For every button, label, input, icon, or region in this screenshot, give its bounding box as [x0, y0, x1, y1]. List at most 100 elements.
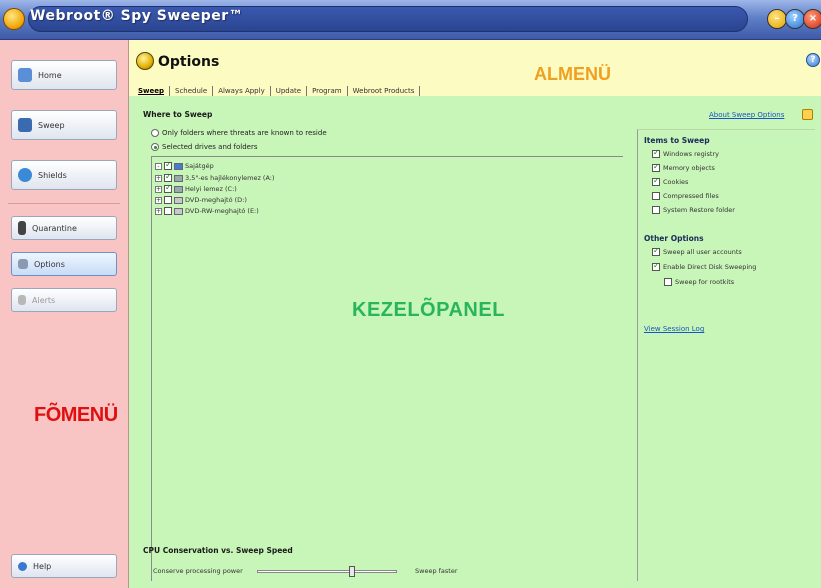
checkbox-windows-registry[interactable]	[652, 148, 660, 158]
tab-program[interactable]: Program	[307, 86, 348, 96]
minimize-button[interactable]: –	[767, 9, 787, 29]
nav-alerts-label: Alerts	[32, 295, 56, 305]
tree-collapse-icon[interactable]: -	[155, 162, 162, 170]
checkbox-sweep-all-users[interactable]	[652, 246, 660, 256]
label-system-restore: System Restore folder	[663, 206, 735, 214]
webroot-logo-icon[interactable]	[3, 8, 25, 30]
page-help-icon[interactable]: ?	[806, 53, 820, 67]
minimize-icon: –	[774, 13, 780, 24]
item-windows-registry[interactable]: Windows registry	[652, 148, 719, 158]
tab-update[interactable]: Update	[271, 86, 308, 96]
tree-expand-icon[interactable]: +	[155, 174, 162, 182]
main-menu: Home Sweep Shields Quarantine Options Al…	[0, 40, 129, 588]
title-bar: Webroot® Spy Sweeper™ – ? ×	[0, 0, 821, 40]
checkbox-memory-objects[interactable]	[652, 162, 660, 172]
radio-known-folders-button[interactable]	[151, 129, 159, 137]
menu-divider	[8, 203, 120, 204]
label-cookies: Cookies	[663, 178, 689, 186]
help-window-button[interactable]: ?	[785, 9, 805, 29]
tree-item-dvd[interactable]: + DVD-meghajtó (D:)	[155, 196, 247, 204]
nav-quarantine-label: Quarantine	[32, 223, 77, 233]
nav-shields-button[interactable]: Shields	[11, 160, 117, 190]
about-sweep-options-link[interactable]: About Sweep Options	[709, 111, 784, 119]
tree-left-border	[151, 156, 152, 581]
checkbox-compressed-files[interactable]	[652, 192, 660, 200]
nav-alerts-button[interactable]: Alerts	[11, 288, 117, 312]
other-options-title: Other Options	[644, 234, 704, 243]
nav-sweep-label: Sweep	[38, 120, 65, 130]
dvd-rw-drive-icon	[174, 207, 183, 215]
tree-item-floppy[interactable]: + 3,5"-es hajlékonylemez (A:)	[155, 172, 275, 182]
radio-known-folders[interactable]: Only folders where threats are known to …	[151, 129, 327, 137]
nav-options-button[interactable]: Options	[11, 252, 117, 276]
label-sweep-all-users: Sweep all user accounts	[663, 248, 742, 256]
item-compressed-files[interactable]: Compressed files	[652, 192, 719, 200]
cpu-speed-slider[interactable]	[257, 570, 397, 573]
option-sweep-all-users[interactable]: Sweep all user accounts	[652, 246, 742, 256]
tree-label-floppy: 3,5"-es hajlékonylemez (A:)	[185, 174, 275, 182]
nav-quarantine-button[interactable]: Quarantine	[11, 216, 117, 240]
dvd-drive-icon	[174, 196, 183, 204]
tree-label-dvd-rw: DVD-RW-meghajtó (E:)	[185, 207, 259, 215]
tree-item-computer[interactable]: - Sajátgép	[155, 160, 214, 170]
label-windows-registry: Windows registry	[663, 150, 719, 158]
close-icon: ×	[808, 13, 818, 24]
quarantine-icon	[18, 221, 26, 235]
options-header: Options ALMENÜ ? Sweep Schedule Always A…	[129, 40, 821, 96]
checkbox-cookies[interactable]	[652, 176, 660, 186]
tree-label-computer: Sajátgép	[185, 162, 214, 170]
computer-icon	[174, 162, 183, 170]
info-folder-icon	[802, 109, 813, 120]
help-icon: ?	[792, 13, 798, 24]
tab-webroot-products[interactable]: Webroot Products	[348, 86, 421, 96]
item-system-restore[interactable]: System Restore folder	[652, 206, 735, 214]
tree-label-dvd: DVD-meghajtó (D:)	[185, 196, 247, 204]
items-to-sweep-title: Items to Sweep	[644, 136, 710, 145]
tree-expand-icon[interactable]: +	[155, 196, 162, 204]
option-rootkits[interactable]: Sweep for rootkits	[664, 278, 734, 286]
control-panel: Where to Sweep Only folders where threat…	[129, 96, 821, 588]
help-circle-icon	[18, 561, 27, 571]
tree-checkbox-local-disk[interactable]	[164, 183, 172, 193]
cpu-left-label: Conserve processing power	[153, 567, 243, 575]
tree-checkbox-floppy[interactable]	[164, 172, 172, 182]
tree-checkbox-dvd[interactable]	[164, 196, 172, 204]
checkbox-rootkits[interactable]	[664, 278, 672, 286]
tab-sweep[interactable]: Sweep	[135, 86, 171, 96]
label-rootkits: Sweep for rootkits	[675, 278, 735, 286]
control-panel-annotation: KEZELÕPANEL	[352, 299, 505, 321]
help-button[interactable]: Help	[11, 554, 117, 578]
label-direct-disk: Enable Direct Disk Sweeping	[663, 263, 757, 271]
nav-sweep-button[interactable]: Sweep	[11, 110, 117, 140]
tab-always-apply[interactable]: Always Apply	[213, 86, 271, 96]
tab-schedule[interactable]: Schedule	[170, 86, 214, 96]
item-memory-objects[interactable]: Memory objects	[652, 162, 715, 172]
where-to-sweep-title: Where to Sweep	[143, 110, 213, 119]
item-cookies[interactable]: Cookies	[652, 176, 689, 186]
tree-expand-icon[interactable]: +	[155, 185, 162, 193]
radio-known-folders-label: Only folders where threats are known to …	[162, 129, 327, 137]
tree-expand-icon[interactable]: +	[155, 207, 162, 215]
checkbox-system-restore[interactable]	[652, 206, 660, 214]
tree-item-dvd-rw[interactable]: + DVD-RW-meghajtó (E:)	[155, 207, 259, 215]
home-icon	[18, 68, 32, 82]
view-session-log-link[interactable]: View Session Log	[644, 325, 704, 333]
radio-selected-drives-button[interactable]	[151, 143, 159, 151]
label-compressed-files: Compressed files	[663, 192, 719, 200]
option-direct-disk[interactable]: Enable Direct Disk Sweeping	[652, 261, 757, 271]
options-icon	[18, 259, 28, 269]
tree-top-border	[151, 156, 623, 157]
submenu-annotation: ALMENÜ	[534, 64, 611, 84]
cpu-slider-thumb[interactable]	[349, 566, 356, 577]
radio-selected-drives-label: Selected drives and folders	[162, 143, 258, 151]
tree-checkbox-computer[interactable]	[164, 160, 172, 170]
nav-home-button[interactable]: Home	[11, 60, 117, 90]
window-title: Webroot® Spy Sweeper™	[30, 8, 244, 24]
radio-selected-drives[interactable]: Selected drives and folders	[151, 143, 258, 151]
nav-shields-label: Shields	[38, 170, 67, 180]
checkbox-direct-disk[interactable]	[652, 261, 660, 271]
alerts-icon	[18, 295, 26, 305]
close-button[interactable]: ×	[803, 9, 821, 29]
tree-item-local-disk[interactable]: + Helyi lemez (C:)	[155, 183, 237, 193]
tree-checkbox-dvd-rw[interactable]	[164, 207, 172, 215]
